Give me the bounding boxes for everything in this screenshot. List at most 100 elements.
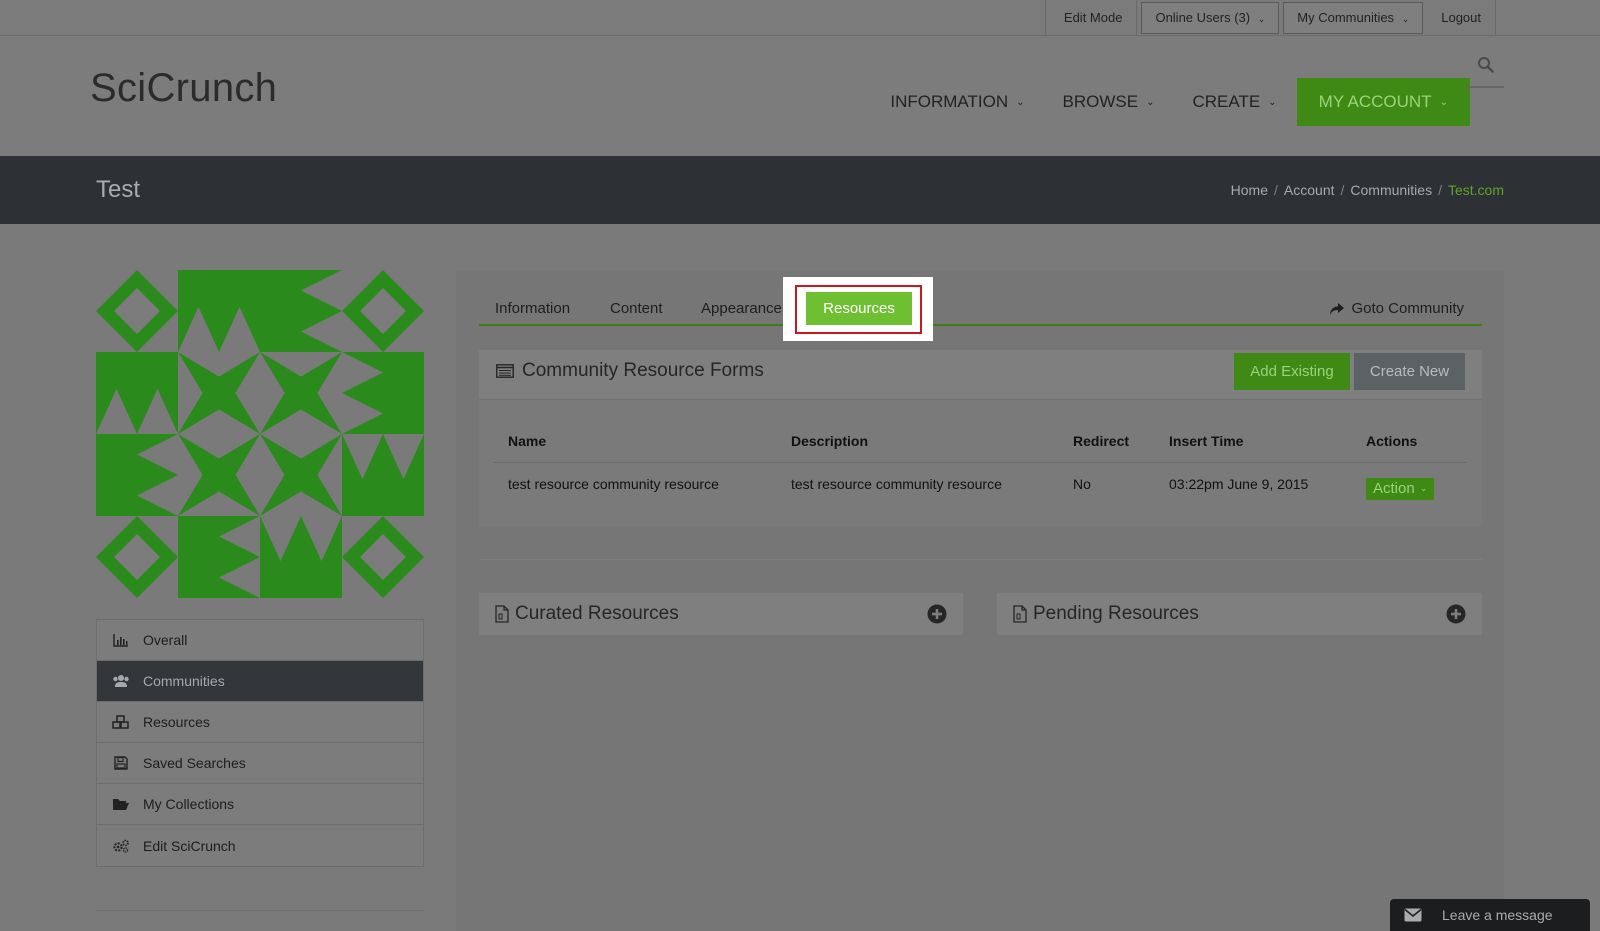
- file-icon: [1013, 605, 1027, 623]
- tab-appearance[interactable]: Appearance: [701, 300, 782, 317]
- nav-create[interactable]: CREATE ⌄: [1192, 92, 1276, 112]
- my-communities-label: My Communities: [1297, 10, 1395, 25]
- community-avatar: [96, 270, 424, 598]
- resource-forms-table: Name Description Redirect Insert Time Ac…: [494, 420, 1466, 514]
- online-users-dropdown[interactable]: Online Users (3) ⌄: [1141, 2, 1280, 34]
- table-header-row: Name Description Redirect Insert Time Ac…: [494, 420, 1466, 463]
- leave-message-label: Leave a message: [1442, 907, 1553, 923]
- nav-browse-label: BROWSE: [1062, 92, 1139, 111]
- site-logo[interactable]: SciCrunch: [90, 66, 277, 111]
- account-sidebar-menu: Overall Communities Resources Saved Sear…: [96, 619, 424, 867]
- file-icon: [495, 605, 509, 623]
- chevron-down-icon: ⌄: [1401, 14, 1410, 24]
- add-existing-button[interactable]: Add Existing: [1234, 353, 1350, 390]
- cell-name: test resource community resource: [508, 475, 719, 492]
- plus-circle-icon[interactable]: [927, 604, 947, 624]
- separator: [1136, 0, 1138, 36]
- separator: [1495, 0, 1496, 36]
- sidebar-item-resources[interactable]: Resources: [97, 702, 423, 743]
- resource-forms-title: Community Resource Forms: [496, 360, 764, 382]
- curated-resources-title: Curated Resources: [495, 603, 679, 625]
- search-icon: [1477, 56, 1494, 73]
- create-new-button[interactable]: Create New: [1354, 353, 1465, 390]
- goto-community-label: Goto Community: [1351, 300, 1464, 317]
- column-header-description: Description: [777, 420, 1059, 463]
- envelope-icon: [1404, 908, 1422, 922]
- my-account-label: MY ACCOUNT: [1318, 92, 1432, 111]
- sidebar-item-my-collections[interactable]: My Collections: [97, 784, 423, 825]
- leave-message-widget[interactable]: Leave a message: [1390, 899, 1590, 931]
- floppy-disk-icon: [111, 756, 131, 770]
- cell-actions: Action ⌄: [1352, 462, 1466, 514]
- sidebar-item-label: Resources: [143, 714, 210, 730]
- chevron-down-icon: ⌄: [1439, 96, 1448, 108]
- breadcrumb-current: Test.com: [1447, 182, 1504, 198]
- my-account-button[interactable]: MY ACCOUNT ⌄: [1296, 78, 1470, 126]
- plus-circle-icon[interactable]: [1446, 604, 1466, 624]
- column-header-name: Name: [494, 420, 777, 463]
- nav-create-label: CREATE: [1192, 92, 1261, 111]
- nav-information[interactable]: INFORMATION ⌄: [890, 92, 1024, 112]
- column-header-insert-time: Insert Time: [1155, 420, 1352, 463]
- cell-redirect: No: [1073, 475, 1091, 492]
- action-dropdown-button[interactable]: Action ⌄: [1366, 477, 1435, 500]
- main-nav: INFORMATION ⌄ BROWSE ⌄ CREATE ⌄ MY ACCOU…: [852, 78, 1470, 126]
- goto-community-link[interactable]: Goto Community: [1329, 300, 1464, 317]
- chevron-down-icon: ⌄: [1268, 96, 1277, 108]
- sidebar-item-label: Overall: [143, 632, 188, 648]
- breadcrumb: Home / Account / Communities / Test.com: [1230, 182, 1504, 198]
- bar-chart-icon: [111, 633, 131, 647]
- online-users-label: Online Users (3): [1155, 10, 1251, 25]
- chevron-down-icon: ⌄: [1146, 96, 1155, 108]
- tab-content[interactable]: Content: [610, 300, 663, 317]
- nav-browse[interactable]: BROWSE ⌄: [1063, 92, 1155, 112]
- curated-resources-label: Curated Resources: [515, 603, 679, 624]
- page-title: Test: [96, 176, 141, 203]
- highlight-frame: [795, 285, 922, 334]
- my-communities-dropdown[interactable]: My Communities ⌄: [1283, 2, 1424, 34]
- share-arrow-icon: [1330, 302, 1345, 315]
- divider: [96, 910, 424, 911]
- nav-information-label: INFORMATION: [890, 92, 1009, 111]
- sidebar-item-label: Communities: [143, 673, 225, 689]
- list-alt-icon: [496, 364, 514, 378]
- pending-resources-label: Pending Resources: [1033, 603, 1199, 624]
- sidebar-item-label: Edit SciCrunch: [143, 837, 236, 854]
- gears-icon: [111, 839, 131, 853]
- breadcrumb-communities[interactable]: Communities: [1350, 182, 1432, 198]
- utility-links: Edit Mode Online Users (3) ⌄ My Communit…: [1044, 0, 1496, 36]
- search-button[interactable]: [1466, 42, 1504, 88]
- users-icon: [111, 674, 131, 688]
- tab-information[interactable]: Information: [495, 300, 570, 317]
- site-header: SciCrunch INFORMATION ⌄ BROWSE ⌄ CREATE …: [0, 36, 1600, 156]
- chevron-down-icon: ⌄: [1419, 483, 1428, 493]
- pending-resources-title: Pending Resources: [1013, 603, 1199, 625]
- sidebar-item-edit-scicrunch[interactable]: Edit SciCrunch: [97, 825, 423, 866]
- breadcrumb-home[interactable]: Home: [1231, 182, 1268, 198]
- sidebar-item-saved-searches[interactable]: Saved Searches: [97, 743, 423, 784]
- column-header-actions: Actions: [1352, 420, 1466, 463]
- pending-resources-card: Pending Resources: [997, 593, 1482, 635]
- folder-open-icon: [111, 797, 131, 811]
- chevron-down-icon: ⌄: [1016, 96, 1025, 108]
- resource-forms-title-text: Community Resource Forms: [522, 360, 764, 381]
- logout-link[interactable]: Logout: [1427, 2, 1495, 34]
- separator: [1044, 0, 1046, 36]
- sidebar-item-label: My Collections: [143, 796, 235, 812]
- divider: [479, 559, 1482, 560]
- sidebar-item-label: Saved Searches: [143, 755, 246, 771]
- sidebar-item-communities[interactable]: Communities: [97, 661, 423, 702]
- edit-mode-link[interactable]: Edit Mode: [1050, 2, 1137, 34]
- cubes-icon: [111, 715, 131, 729]
- breadcrumb-account[interactable]: Account: [1284, 182, 1335, 198]
- table-row: test resource community resource test re…: [494, 462, 1466, 514]
- column-header-redirect: Redirect: [1059, 420, 1155, 463]
- cell-insert-time: 03:22pm June 9, 2015: [1169, 475, 1309, 492]
- top-utility-bar: Edit Mode Online Users (3) ⌄ My Communit…: [0, 0, 1600, 36]
- action-label: Action: [1373, 480, 1415, 497]
- page-title-bar: Test Home / Account / Communities / Test.co…: [0, 156, 1600, 224]
- chevron-down-icon: ⌄: [1257, 14, 1266, 24]
- cell-description: test resource community resource: [791, 475, 1002, 492]
- curated-resources-card: Curated Resources: [479, 593, 963, 635]
- sidebar-item-overall[interactable]: Overall: [97, 620, 423, 661]
